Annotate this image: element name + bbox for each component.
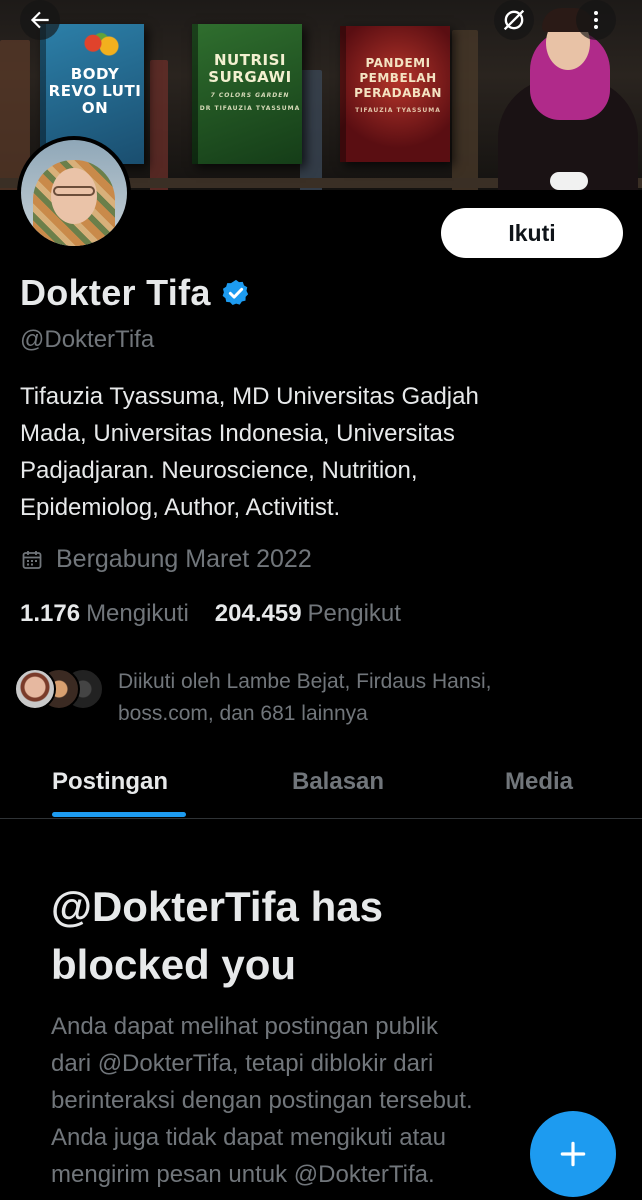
- bio-line: Padjadjaran. Neuroscience, Nutrition,: [20, 457, 418, 484]
- blocked-desc-line: Anda juga tidak dapat mengikuti atau: [51, 1124, 446, 1151]
- book-title: PANDEMI PEMBELAH PERADABAN: [354, 56, 442, 100]
- follower-avatar: [14, 668, 56, 710]
- verified-badge-icon[interactable]: [221, 278, 251, 308]
- blocked-title-line: blocked you: [51, 941, 297, 988]
- shelf-book-spine: [150, 60, 168, 190]
- bio-line: Epidemiolog, Author, Activitist.: [20, 494, 341, 521]
- blocked-desc-line: berinteraksi dengan postingan tersebut.: [51, 1087, 473, 1114]
- followed-by-text: Diikuti oleh Lambe Bejat, Firdaus Hansi,…: [118, 666, 492, 730]
- book-cover-pandemi: PANDEMI PEMBELAH PERADABAN TIFAUZIA TYAS…: [340, 26, 450, 162]
- hide-media-button[interactable]: [494, 0, 534, 40]
- bio-line: Tifauzia Tyassuma, MD Universitas Gadjah: [20, 383, 479, 410]
- shelf-book-spine: [300, 70, 322, 190]
- profile-name-row: Dokter Tifa: [20, 272, 251, 314]
- follower-avatars: [14, 668, 104, 730]
- book-title: BODY REVO LUTI ON: [48, 65, 142, 117]
- following-count: 1.176: [20, 600, 81, 627]
- tab-balasan[interactable]: Balasan: [292, 768, 384, 796]
- active-tab-indicator: [52, 812, 186, 817]
- book-author: TIFAUZIA TYASSUMA: [355, 107, 441, 114]
- followers-link[interactable]: 204.459 Pengikut: [215, 600, 401, 628]
- avatar-face: [51, 168, 97, 224]
- fruit-illustration: [81, 32, 121, 60]
- blocked-title-line: @DokterTifa has: [51, 883, 383, 930]
- more-vertical-icon: [594, 11, 598, 29]
- followed-by-line: Diikuti oleh Lambe Bejat, Firdaus Hansi,: [118, 670, 492, 693]
- book-author: DR TIFAUZIA TYASSUMA: [199, 105, 301, 112]
- compose-button[interactable]: [530, 1111, 616, 1197]
- profile-handle: @DokterTifa: [20, 326, 155, 353]
- follow-button[interactable]: Ikuti: [441, 208, 623, 258]
- book-subtitle: 7 COLORS GARDEN: [210, 92, 290, 99]
- book-cover-nutrisi-surgawi: NUTRISI SURGAWI 7 COLORS GARDEN DR TIFAU…: [192, 24, 302, 164]
- more-options-button[interactable]: [576, 0, 616, 40]
- profile-name: Dokter Tifa: [20, 272, 211, 313]
- following-label: Mengikuti: [86, 600, 189, 627]
- tab-postingan[interactable]: Postingan: [52, 768, 168, 796]
- arrow-left-icon: [30, 11, 49, 29]
- followed-by-line: boss.com, dan 681 lainnya: [118, 702, 368, 725]
- blocked-title: @DokterTifa has blocked you: [51, 878, 611, 994]
- image-off-icon: [503, 9, 525, 31]
- followers-label: Pengikut: [307, 600, 401, 627]
- avatar[interactable]: [17, 136, 131, 250]
- back-button[interactable]: [20, 0, 60, 40]
- blocked-desc-line: dari @DokterTifa, tetapi diblokir dari: [51, 1050, 434, 1077]
- join-date-text: Bergabung Maret 2022: [56, 545, 312, 573]
- profile-tabs: Postingan Balasan Media: [0, 744, 642, 819]
- join-date: Bergabung Maret 2022: [20, 545, 312, 574]
- bio-line: Mada, Universitas Indonesia, Universitas: [20, 420, 455, 447]
- shelf-book-spine: [452, 30, 478, 190]
- avatar-image: [21, 140, 127, 246]
- avatar-glasses: [53, 186, 95, 196]
- profile-bio: Tifauzia Tyassuma, MD Universitas Gadjah…: [20, 378, 600, 526]
- followed-by[interactable]: Diikuti oleh Lambe Bejat, Firdaus Hansi,…: [14, 668, 492, 730]
- book-title: NUTRISI SURGAWI: [208, 51, 292, 86]
- tab-media[interactable]: Media: [505, 768, 573, 796]
- portrait-hand: [550, 172, 588, 190]
- plus-icon: [560, 1141, 586, 1167]
- blocked-desc-line: mengirim pesan untuk @DokterTifa.: [51, 1161, 435, 1188]
- followers-count: 204.459: [214, 600, 302, 627]
- calendar-icon: [22, 550, 42, 569]
- blocked-desc-line: Anda dapat melihat postingan publik: [51, 1013, 438, 1040]
- following-link[interactable]: 1.176 Mengikuti: [20, 600, 189, 628]
- blocked-description: Anda dapat melihat postingan publik dari…: [51, 1008, 611, 1193]
- follow-stats: 1.176 Mengikuti 204.459 Pengikut: [20, 600, 401, 628]
